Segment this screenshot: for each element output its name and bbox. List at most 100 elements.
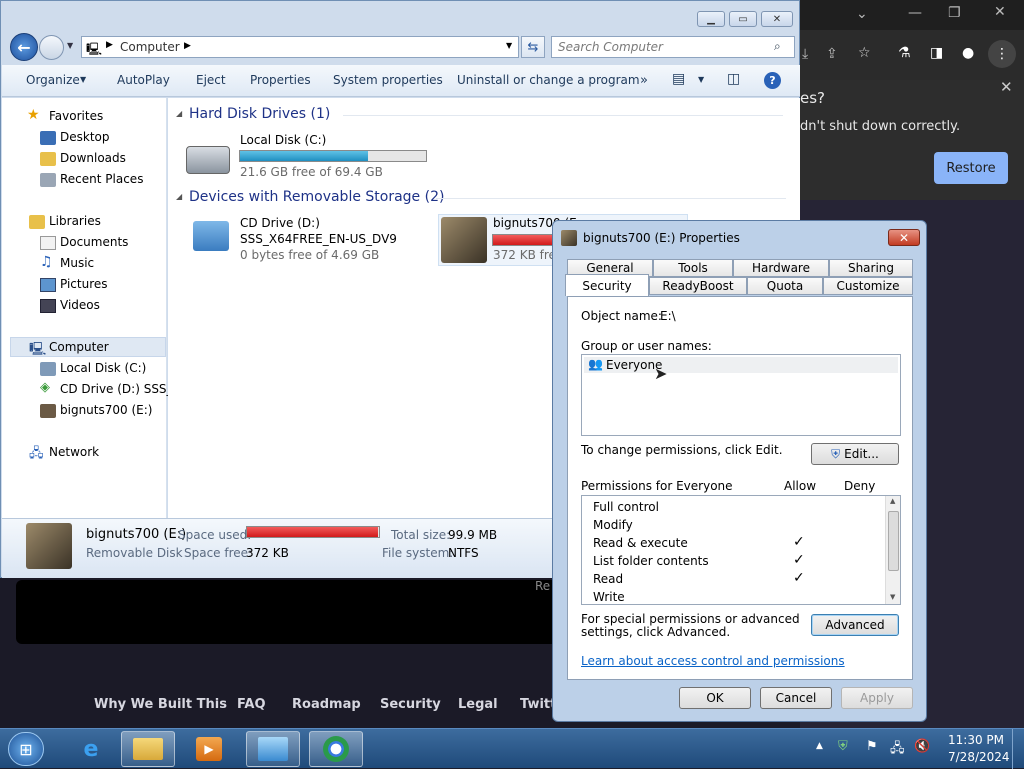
search-input[interactable]: Search Computer bbox=[551, 36, 795, 58]
close-icon[interactable]: ✕ bbox=[994, 4, 1006, 20]
group-hard-disk-drives[interactable]: Hard Disk Drives (1) bbox=[189, 106, 330, 122]
search-icon[interactable]: ⌕ bbox=[774, 39, 781, 54]
minimize-button[interactable]: ▁ bbox=[697, 11, 725, 27]
edit-button[interactable]: ⛨ Edit... bbox=[811, 443, 899, 465]
close-bubble-icon[interactable]: ✕ bbox=[1000, 78, 1013, 96]
tray-expand-icon[interactable]: ▲ bbox=[816, 741, 823, 751]
footer-link-roadmap[interactable]: Roadmap bbox=[292, 697, 361, 712]
view-options-icon[interactable]: ▤ bbox=[672, 71, 685, 87]
nav-desktop[interactable]: Desktop bbox=[60, 130, 110, 144]
apply-button[interactable]: Apply bbox=[841, 687, 913, 709]
autoplay-button[interactable]: AutoPlay bbox=[117, 73, 170, 87]
learn-access-control-link[interactable]: Learn about access control and permissio… bbox=[581, 654, 845, 668]
advanced-button[interactable]: Advanced bbox=[811, 614, 899, 636]
group-removable-storage[interactable]: Devices with Removable Storage (2) bbox=[189, 189, 444, 205]
footer-link-security[interactable]: Security bbox=[380, 697, 441, 712]
network-tray-icon[interactable]: 🖧 bbox=[890, 739, 905, 761]
bookmark-star-icon[interactable]: ☆ bbox=[858, 45, 871, 61]
permissions-list[interactable]: Full control Modify Read & execute ✓ List fo… bbox=[581, 495, 901, 605]
nav-recent-places[interactable]: Recent Places bbox=[60, 172, 143, 186]
refresh-button[interactable]: ⇆ bbox=[521, 36, 545, 58]
chevron-right-icon[interactable]: ▶ bbox=[106, 40, 113, 50]
tab-hardware[interactable]: Hardware bbox=[733, 259, 829, 277]
scroll-down-icon[interactable]: ▼ bbox=[890, 593, 895, 601]
preview-pane-icon[interactable]: ◫ bbox=[727, 71, 740, 87]
profile-icon[interactable]: ● bbox=[962, 45, 974, 61]
footer-link-legal[interactable]: Legal bbox=[458, 697, 498, 712]
nav-music[interactable]: Music bbox=[60, 256, 94, 270]
cancel-button[interactable]: Cancel bbox=[760, 687, 832, 709]
chevron-down-icon[interactable]: ▼ bbox=[698, 75, 704, 84]
properties-button[interactable]: Properties bbox=[250, 73, 311, 87]
nav-favorites[interactable]: Favorites bbox=[49, 109, 103, 123]
breadcrumb-computer[interactable]: Computer bbox=[120, 40, 180, 54]
permissions-scrollbar[interactable]: ▲ ▼ bbox=[885, 496, 900, 604]
tab-readyboost[interactable]: ReadyBoost bbox=[649, 277, 747, 295]
flag-tray-icon[interactable]: ⚑ bbox=[866, 739, 878, 754]
minimize-icon[interactable]: — bbox=[908, 5, 922, 21]
nav-computer[interactable]: Computer bbox=[49, 340, 109, 354]
nav-libraries[interactable]: Libraries bbox=[49, 214, 101, 228]
back-button[interactable]: ← bbox=[10, 33, 38, 61]
tab-sharing[interactable]: Sharing bbox=[829, 259, 913, 277]
cd-drive-name[interactable]: CD Drive (D:) bbox=[240, 216, 320, 230]
taskbar-media-player[interactable]: ▶ bbox=[182, 731, 236, 767]
taskbar-chrome[interactable] bbox=[309, 731, 363, 767]
help-icon[interactable]: ? bbox=[764, 72, 781, 89]
footer-link-twitter[interactable]: Twitt bbox=[520, 697, 556, 712]
chevron-right-icon[interactable]: ▶ bbox=[184, 41, 191, 51]
scroll-up-icon[interactable]: ▲ bbox=[890, 497, 895, 505]
setup-icon bbox=[258, 737, 288, 761]
eject-button[interactable]: Eject bbox=[196, 73, 226, 87]
user-list-item[interactable]: 👥 Everyone bbox=[584, 357, 898, 373]
ok-button[interactable]: OK bbox=[679, 687, 751, 709]
nav-usb-drive[interactable]: bignuts700 (E:) bbox=[60, 403, 152, 417]
download-icon[interactable]: ⤓ bbox=[802, 46, 808, 62]
address-bar[interactable]: 🖳 ▶ Computer ▶ ▼ bbox=[81, 36, 519, 58]
address-dropdown-icon[interactable]: ▼ bbox=[506, 41, 512, 50]
restore-button[interactable]: Restore bbox=[934, 152, 1008, 184]
clock-time[interactable]: 11:30 PM bbox=[948, 733, 1004, 747]
nav-videos[interactable]: Videos bbox=[60, 298, 100, 312]
extension-icon[interactable]: ⚗ bbox=[898, 45, 911, 61]
footer-link-why[interactable]: Why We Built This bbox=[94, 697, 227, 712]
dialog-close-button[interactable]: ✕ bbox=[888, 229, 920, 246]
organize-button[interactable]: Organize bbox=[26, 73, 80, 87]
user-list[interactable]: 👥 Everyone ➤ bbox=[581, 354, 901, 436]
more-commands-button[interactable]: » bbox=[640, 73, 648, 88]
chevron-down-icon[interactable]: ⌄ bbox=[856, 6, 868, 22]
start-button[interactable]: ⊞ bbox=[8, 732, 44, 766]
tab-customize[interactable]: Customize bbox=[823, 277, 913, 295]
collapse-group-icon[interactable]: ◢ bbox=[176, 109, 182, 118]
taskbar-explorer[interactable] bbox=[121, 731, 175, 767]
maximize-button[interactable]: ▭ bbox=[729, 11, 757, 27]
history-dropdown-icon[interactable]: ▼ bbox=[67, 41, 73, 50]
nav-pictures[interactable]: Pictures bbox=[60, 277, 108, 291]
show-desktop-button[interactable] bbox=[1012, 729, 1024, 769]
system-properties-button[interactable]: System properties bbox=[333, 73, 443, 87]
tab-tools[interactable]: Tools bbox=[653, 259, 733, 277]
footer-link-faq[interactable]: FAQ bbox=[237, 697, 266, 712]
collapse-group-icon[interactable]: ◢ bbox=[176, 192, 182, 201]
nav-local-disk[interactable]: Local Disk (C:) bbox=[60, 361, 146, 375]
taskbar-ie[interactable]: e bbox=[64, 731, 118, 767]
restore-window-icon[interactable]: ❐ bbox=[948, 5, 961, 21]
chevron-down-icon[interactable]: ▼ bbox=[80, 75, 86, 84]
uninstall-program-button[interactable]: Uninstall or change a program bbox=[457, 73, 640, 87]
tab-quota[interactable]: Quota bbox=[747, 277, 823, 295]
tab-security[interactable]: Security bbox=[565, 274, 649, 296]
nav-network[interactable]: Network bbox=[49, 445, 99, 459]
close-button[interactable]: ✕ bbox=[761, 11, 793, 27]
local-disk-name[interactable]: Local Disk (C:) bbox=[240, 133, 326, 147]
nav-downloads[interactable]: Downloads bbox=[60, 151, 126, 165]
nav-documents[interactable]: Documents bbox=[60, 235, 128, 249]
security-tray-icon[interactable]: ⛨ bbox=[838, 739, 848, 754]
forward-button[interactable] bbox=[39, 35, 64, 60]
menu-kebab-icon[interactable]: ⋮ bbox=[988, 40, 1016, 68]
clock-date[interactable]: 7/28/2024 bbox=[948, 750, 1010, 764]
scrollbar-thumb[interactable] bbox=[888, 511, 899, 571]
volume-muted-icon[interactable]: 🔇 bbox=[914, 739, 930, 754]
sidebar-icon[interactable]: ◨ bbox=[930, 45, 943, 61]
share-icon[interactable]: ⇪ bbox=[826, 46, 838, 62]
taskbar-setup[interactable] bbox=[246, 731, 300, 767]
